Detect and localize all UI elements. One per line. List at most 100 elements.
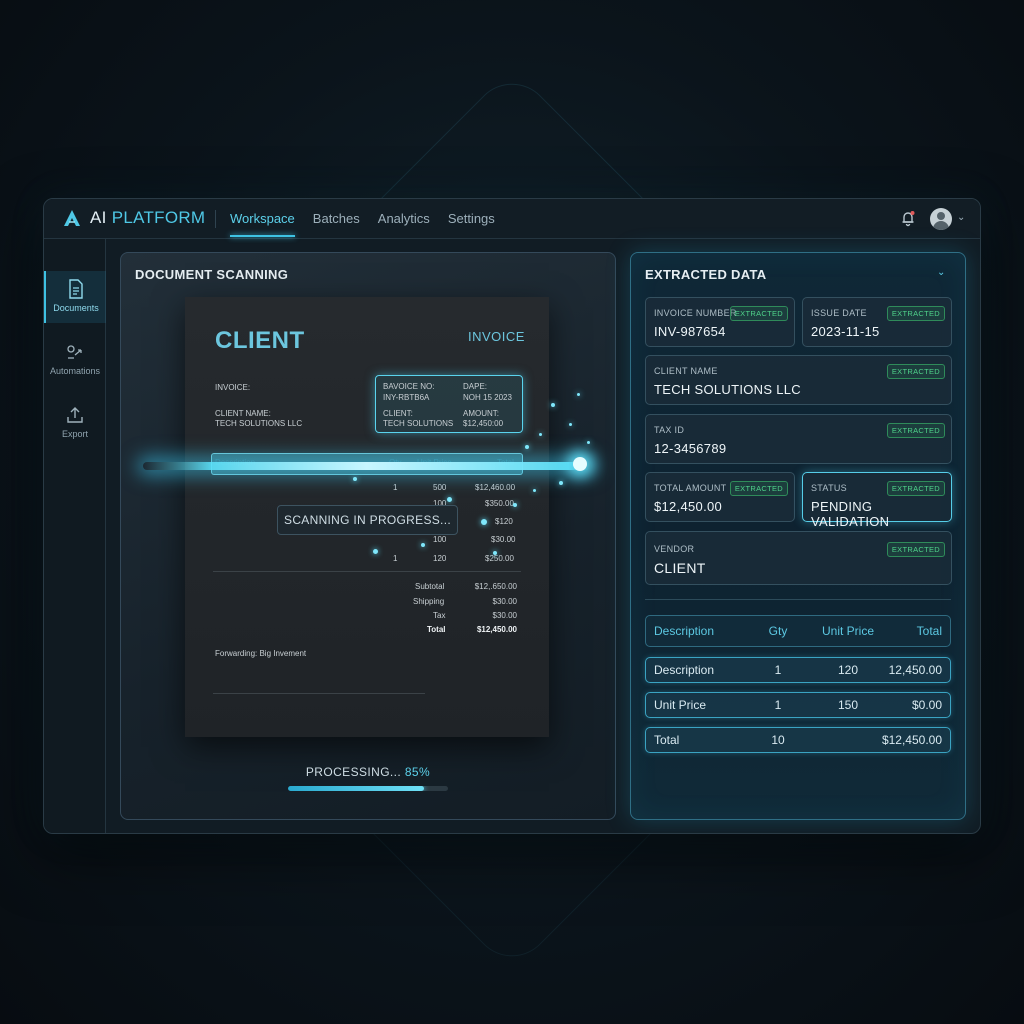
cell-description: Total	[654, 733, 680, 747]
field-issue-date[interactable]: ISSUE DATE EXTRACTED 2023-11-15	[802, 297, 952, 347]
total-value: $12,450.00	[476, 625, 517, 634]
sidebar: Documents Automations Export	[44, 239, 106, 833]
box-amount-label: AMOUNT:	[463, 409, 499, 418]
field-value: $12,450.00	[654, 499, 723, 514]
table-row[interactable]: Description 1 120 12,450.00	[645, 657, 951, 683]
tax-value: $30.00	[492, 611, 517, 620]
scan-particle	[587, 441, 590, 444]
client-name-value: TECH SOLUTIONS LLC	[215, 419, 303, 428]
extracted-badge: EXTRACTED	[729, 306, 788, 321]
row5-price: 120	[433, 554, 447, 563]
extracted-badge: EXTRACTED	[729, 481, 788, 496]
field-value: CLIENT	[654, 560, 706, 576]
invoice-title: INVOICE	[468, 329, 525, 344]
field-value: PENDING VALIDATION	[811, 499, 890, 529]
extracted-badge: EXTRACTED	[886, 364, 945, 379]
scan-particle	[577, 393, 580, 396]
nav-batches[interactable]: Batches	[313, 199, 360, 239]
notification-bell-icon[interactable]	[899, 209, 917, 227]
field-tax-id[interactable]: TAX ID EXTRACTED 12-3456789	[645, 414, 952, 464]
invoice-label: INVOICE:	[215, 383, 251, 392]
field-status[interactable]: STATUS EXTRACTED PENDING VALIDATION	[802, 472, 952, 529]
document-scanning-panel: DOCUMENT SCANNING CLIENT INVOICE INVOICE…	[120, 252, 616, 820]
export-icon	[67, 407, 83, 423]
cell-unit-price: 150	[837, 698, 859, 712]
box-client-value: TECH SOLUTIONS	[383, 419, 454, 428]
scan-particle	[421, 543, 425, 547]
field-invoice-number[interactable]: INVOICE NUMBER EXTRACTED INV-987654	[645, 297, 795, 347]
cell-unit-price: 120	[837, 663, 859, 677]
shipping-value: $30.00	[492, 597, 517, 606]
signature-line	[213, 693, 425, 694]
box-amount-value: $12,450:00	[463, 419, 504, 428]
row3-total: $120	[495, 517, 513, 526]
box-client-label: CLIENT:	[383, 409, 413, 418]
row4-price: 100	[433, 535, 447, 544]
table-row[interactable]: Unit Price 1 150 $0.00	[645, 692, 951, 718]
nav-settings[interactable]: Settings	[448, 199, 495, 239]
extracted-badge: EXTRACTED	[886, 542, 945, 557]
cell-qty: 1	[774, 663, 782, 677]
brand-logo-icon	[64, 210, 80, 226]
nav-workspace[interactable]: Workspace	[230, 199, 295, 239]
automation-icon	[67, 345, 82, 359]
app-window: AI PLATFORM Workspace Batches Analytics …	[43, 198, 981, 834]
cell-qty: 1	[774, 698, 782, 712]
field-value: TECH SOLUTIONS LLC	[654, 382, 801, 397]
field-label: ISSUE DATE	[811, 308, 867, 318]
subtotal-value: $12,.650.00	[474, 582, 517, 591]
cell-description: Description	[654, 663, 715, 677]
invoice-client-heading: CLIENT	[215, 327, 305, 354]
processing-progress-bar	[288, 786, 448, 791]
field-vendor[interactable]: VENDOR EXTRACTED CLIENT	[645, 531, 952, 585]
invoice-divider	[213, 571, 521, 572]
field-label: CLIENT NAME	[654, 366, 718, 376]
section-divider	[645, 599, 951, 600]
scan-beam	[143, 462, 591, 470]
scan-particle	[513, 503, 517, 507]
row5-qty: 1	[393, 554, 398, 563]
chevron-down-icon[interactable]: ⌄	[937, 267, 945, 278]
box-date-value: NOH 15 2023	[463, 393, 512, 402]
sidebar-item-documents[interactable]: Documents	[44, 271, 106, 323]
client-name-label: CLIENT NAME:	[215, 409, 271, 418]
scan-particle	[539, 433, 542, 436]
chevron-down-icon[interactable]: ⌄	[957, 212, 965, 223]
extracted-badge: EXTRACTED	[886, 481, 945, 496]
extracted-data-panel: EXTRACTED DATA ⌄ INVOICE NUMBER EXTRACTE…	[630, 252, 966, 820]
field-client-name[interactable]: CLIENT NAME EXTRACTED TECH SOLUTIONS LLC	[645, 355, 952, 405]
header-divider	[215, 210, 216, 228]
panel-title: EXTRACTED DATA	[645, 267, 767, 282]
user-avatar[interactable]	[930, 208, 952, 230]
table-row[interactable]: Total 10 $12,450.00	[645, 727, 951, 753]
top-bar: AI PLATFORM Workspace Batches Analytics …	[44, 199, 980, 239]
header-unit-price: Unit Price	[821, 624, 874, 638]
cell-total: $12,450.00	[881, 733, 942, 747]
cell-description: Unit Price	[654, 698, 707, 712]
invoice-footer: Forwarding: Big Invement	[215, 649, 307, 658]
header-qty: Gty	[768, 624, 788, 638]
row1-qty: 1	[393, 483, 398, 492]
nav-analytics[interactable]: Analytics	[378, 199, 430, 239]
subtotal-label: Subtotal	[415, 582, 445, 591]
line-items-header: Description Gty Unit Price Total	[645, 615, 951, 647]
scanning-status-badge: SCANNING IN PROGRESS...	[277, 505, 458, 535]
scan-particle	[373, 549, 378, 554]
brand-name: AI PLATFORM	[90, 208, 206, 227]
cell-qty: 10	[771, 733, 785, 747]
sidebar-item-automations[interactable]: Automations	[44, 334, 106, 386]
scan-particle	[533, 489, 536, 492]
panel-title: DOCUMENT SCANNING	[135, 267, 289, 282]
avatar-body	[933, 221, 949, 230]
header-description: Description	[654, 624, 715, 638]
scan-particle	[569, 423, 572, 426]
sidebar-item-export[interactable]: Export	[44, 397, 106, 449]
cell-total: $0.00	[911, 698, 942, 712]
tax-label: Tax	[433, 611, 446, 620]
brand[interactable]: AI PLATFORM	[62, 208, 205, 228]
field-value: 12-3456789	[654, 441, 727, 456]
box-invoice-no-label: BAVOICE NO:	[383, 382, 435, 391]
field-total-amount[interactable]: TOTAL AMOUNT EXTRACTED $12,450.00	[645, 472, 795, 522]
field-label: TOTAL AMOUNT	[654, 483, 727, 493]
field-label: INVOICE NUMBER	[654, 308, 737, 318]
